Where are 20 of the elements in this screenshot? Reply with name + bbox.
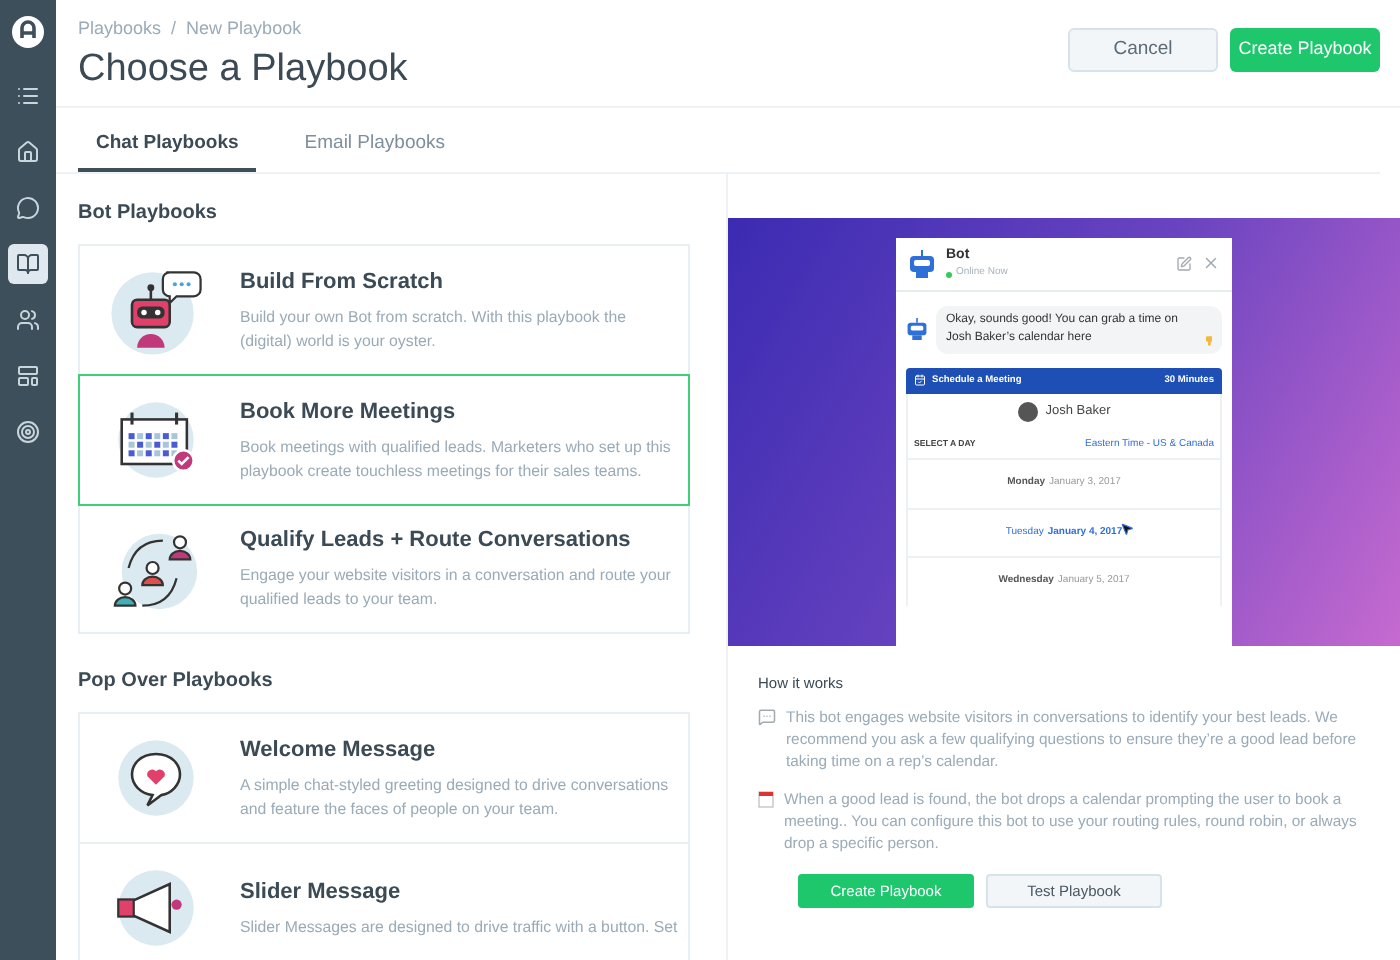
- chat-icon: [758, 708, 776, 726]
- playbook-title: Build From Scratch: [240, 267, 445, 297]
- page-title: Choose a Playbook: [78, 45, 408, 93]
- calendar-check-icon: [914, 374, 926, 387]
- bot-avatar-icon: [908, 247, 936, 280]
- cancel-button[interactable]: Cancel: [1068, 28, 1218, 72]
- playbook-title: Slider Message: [240, 877, 403, 907]
- logo-icon: [12, 16, 44, 48]
- section-heading: Pop Over Playbooks: [78, 667, 275, 696]
- section-heading: Bot Playbooks: [78, 199, 219, 228]
- cursor-icon: [1120, 521, 1134, 536]
- bot-avatar-icon: [906, 316, 928, 343]
- breadcrumb-current: New Playbook: [186, 16, 302, 42]
- breadcrumb-separator: /: [171, 16, 177, 42]
- playbook-title: Welcome Message: [240, 735, 438, 765]
- playbook-title: Book More Meetings: [240, 397, 458, 427]
- book-icon[interactable]: [8, 244, 48, 284]
- calendar-icon: [758, 790, 774, 808]
- tab[interactable]: Chat Playbooks: [78, 107, 257, 172]
- playbook-title: Qualify Leads + Route Conversations: [240, 525, 633, 555]
